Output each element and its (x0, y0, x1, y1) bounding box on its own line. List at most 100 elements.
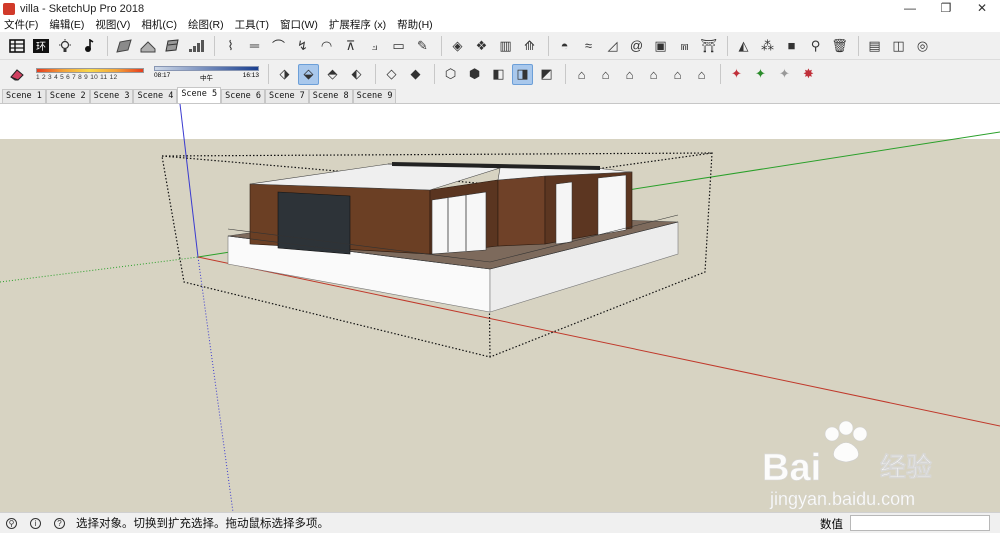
curve-icon-1[interactable]: ⌇ (220, 35, 241, 56)
minimize-button[interactable]: — (892, 0, 928, 17)
sky (0, 104, 1000, 139)
shadow-month-slider[interactable]: 1 2 3 4 5 6 7 8 9 10 11 12 (36, 63, 144, 85)
hidden-line-icon[interactable]: ◧ (488, 64, 509, 85)
right-view-icon[interactable]: ⬖ (346, 64, 367, 85)
trash-icon[interactable]: 🗑 (829, 35, 850, 56)
menu-draw[interactable]: 绘图(R) (188, 17, 224, 32)
menu-camera[interactable]: 相机(C) (141, 17, 177, 32)
month-labels: 1 2 3 4 5 6 7 8 9 10 11 12 (36, 73, 118, 81)
wave-icon[interactable]: ≈ (578, 35, 599, 56)
extrude-icon[interactable]: ▭ (388, 35, 409, 56)
temple-icon[interactable]: ⛩ (698, 35, 719, 56)
spiral-icon[interactable]: @ (626, 35, 647, 56)
menu-file[interactable]: 文件(F) (4, 17, 38, 32)
ramp-icon[interactable]: ◿ (602, 35, 623, 56)
front-view-icon[interactable]: ⬘ (322, 64, 343, 85)
menu-help[interactable]: 帮助(H) (397, 17, 433, 32)
window-title: villa - SketchUp Pro 2018 (20, 2, 145, 15)
solid-icon[interactable]: ■ (781, 35, 802, 56)
house-outline-icon[interactable]: ⌂ (667, 64, 688, 85)
textured-icon[interactable]: ◩ (536, 64, 557, 85)
help-icon[interactable]: ? (54, 517, 65, 529)
tab-scene-7[interactable]: Scene 7 (264, 89, 309, 103)
bezier-icon[interactable]: ↯ (292, 35, 313, 56)
model-viewport[interactable]: Bai 经验 jingyan.baidu.com (0, 104, 1000, 512)
scene-tabs: Scene 1 Scene 2 Scene 3 Scene 4 Scene 5 … (0, 87, 1000, 104)
measurements-input[interactable] (850, 515, 990, 531)
house-roof-icon[interactable]: ⌂ (643, 64, 664, 85)
geo-location-icon[interactable]: ⚲ (6, 517, 17, 529)
house-box-icon[interactable]: ⌂ (691, 64, 712, 85)
extend-icon[interactable]: ⟰ (519, 35, 540, 56)
menu-extensions[interactable]: 扩展程序 (x) (329, 17, 386, 32)
tab-scene-8[interactable]: Scene 8 (308, 89, 353, 103)
menu-edit[interactable]: 编辑(E) (49, 17, 84, 32)
component-white-icon[interactable]: ✦ (774, 64, 795, 85)
ruby-console-icon[interactable]: ◎ (912, 35, 933, 56)
pen-icon[interactable]: ✎ (412, 35, 433, 56)
wall-icon[interactable] (161, 35, 182, 56)
tab-scene-4[interactable]: Scene 4 (133, 89, 178, 103)
outliner-icon[interactable] (6, 35, 27, 56)
component-green-icon[interactable]: ✦ (750, 64, 771, 85)
dome-icon[interactable]: ◓ (554, 35, 575, 56)
tab-scene-1[interactable]: Scene 1 (2, 89, 46, 103)
menu-tools[interactable]: 工具(T) (235, 17, 269, 32)
join-icon[interactable]: ⟓ (364, 35, 385, 56)
time-end-label: 16:13 (242, 72, 259, 79)
toolbar-separator (441, 35, 442, 56)
arc-path-icon[interactable]: ◠ (316, 35, 337, 56)
toolbar-separator (548, 35, 549, 56)
top-view-icon[interactable]: ⬙ (298, 63, 319, 85)
time-track[interactable] (154, 66, 259, 71)
column-icon[interactable]: ▥ (495, 35, 516, 56)
component-star-icon[interactable]: ✸ (798, 64, 819, 85)
pattern-icon-1[interactable]: ◈ (447, 35, 468, 56)
box-icon[interactable]: ▣ (650, 35, 671, 56)
close-button[interactable]: ✕ (964, 0, 1000, 17)
eraser-icon[interactable] (6, 64, 27, 85)
left-view-icon[interactable]: ◆ (405, 64, 426, 85)
shaded-icon[interactable]: ◨ (512, 63, 533, 85)
bridge-icon[interactable]: ⩎ (674, 35, 695, 56)
svg-text:环: 环 (36, 42, 46, 53)
shadow-time-slider[interactable]: 08:17 中午 16:13 (154, 63, 259, 85)
mirror-icon[interactable]: ◭ (733, 35, 754, 56)
secondary-toolbar: 1 2 3 4 5 6 7 8 9 10 11 12 08:17 中午 16:1… (0, 60, 1000, 88)
tab-scene-6[interactable]: Scene 6 (221, 89, 265, 103)
curve-icon-2[interactable]: ⌒ (268, 35, 289, 56)
steps-icon[interactable] (185, 35, 206, 56)
pattern-icon-2[interactable]: ❖ (471, 35, 492, 56)
xray-icon[interactable]: ⬡ (440, 64, 461, 85)
status-bar: ⚲ i ? 选择对象。切换到扩充选择。拖动鼠标选择多项。 数值 (0, 512, 1000, 533)
tab-scene-2[interactable]: Scene 2 (45, 89, 90, 103)
flatten-icon[interactable]: ⊼ (340, 35, 361, 56)
month-gradient-track[interactable] (36, 67, 144, 73)
model-house-icon[interactable]: ⌂ (571, 64, 592, 85)
iso-view-icon[interactable]: ⬗ (274, 64, 295, 85)
style-icon[interactable]: ◫ (888, 35, 909, 56)
component-red-icon[interactable]: ✦ (726, 64, 747, 85)
roof-icon[interactable] (137, 35, 158, 56)
credits-icon[interactable]: i (30, 517, 41, 529)
house-front-icon[interactable]: ⌂ (595, 64, 616, 85)
menu-view[interactable]: 视图(V) (95, 17, 130, 32)
tab-scene-9[interactable]: Scene 9 (352, 89, 397, 103)
time-start-label: 08:17 (154, 72, 171, 79)
array-icon[interactable]: ⁂ (757, 35, 778, 56)
layout-icon[interactable]: ▤ (864, 35, 885, 56)
tab-scene-5[interactable]: Scene 5 (177, 87, 222, 103)
wireframe-icon[interactable]: ⬢ (464, 64, 485, 85)
maximize-button[interactable]: ❐ (928, 0, 964, 17)
environment-icon[interactable]: 环 (30, 35, 51, 56)
tab-scene-3[interactable]: Scene 3 (89, 89, 134, 103)
pick-icon[interactable]: ⚲ (805, 35, 826, 56)
back-view-icon[interactable]: ◇ (381, 64, 402, 85)
parallel-icon[interactable]: ═ (244, 35, 265, 56)
light-icon[interactable] (54, 35, 75, 56)
viewport-canvas[interactable]: Bai 经验 jingyan.baidu.com (0, 104, 1000, 512)
stair-icon[interactable] (113, 35, 134, 56)
sound-icon[interactable] (78, 35, 99, 56)
house-open-icon[interactable]: ⌂ (619, 64, 640, 85)
menu-window[interactable]: 窗口(W) (280, 17, 318, 32)
